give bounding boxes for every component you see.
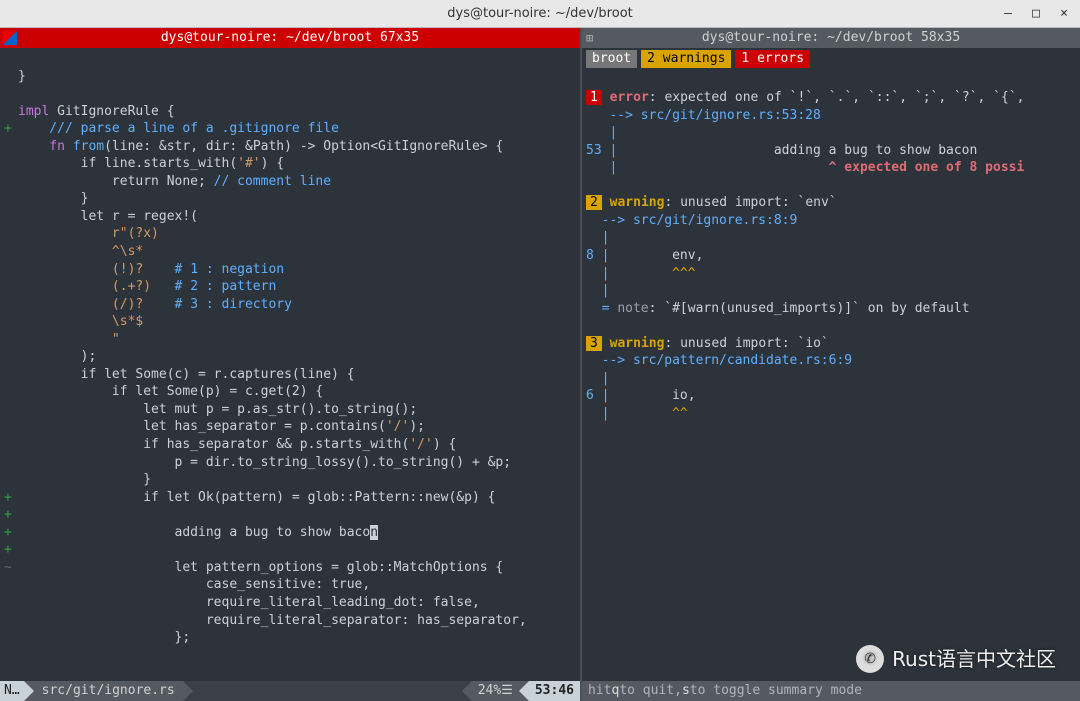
left-pane: dys@tour-noire: ~/dev/broot 67x35 } impl… (0, 28, 582, 701)
pane-icon (3, 31, 17, 45)
editor-body[interactable]: } impl GitIgnoreRule { + /// parse a lin… (0, 48, 580, 681)
project-badge: broot (586, 50, 637, 68)
window-title: dys@tour-noire: ~/dev/broot (447, 5, 633, 23)
editor-statusbar: N… src/git/ignore.rs 24% ☰ 53:46 (0, 681, 580, 701)
status-mode: N… (0, 681, 24, 701)
warning-badge: 2 warnings (641, 50, 731, 68)
split-icon: ⊞ (586, 30, 593, 46)
right-pane-title-text: dys@tour-noire: ~/dev/broot 58x35 (702, 29, 960, 47)
diag-1-num: 1 (586, 90, 602, 105)
status-filepath: src/git/ignore.rs (34, 681, 183, 701)
status-percent: 24% ☰ (472, 681, 519, 701)
minimize-button[interactable]: — (998, 5, 1018, 23)
diagnostic-summary: broot 2 warnings 1 errors (582, 48, 1080, 72)
right-pane-title: ⊞ dys@tour-noire: ~/dev/broot 58x35 (582, 28, 1080, 48)
status-position: 53:46 (529, 681, 580, 701)
left-pane-title: dys@tour-noire: ~/dev/broot 67x35 (0, 28, 580, 48)
hint-bar: hit q to quit, s to toggle summary mode (582, 681, 1080, 701)
cursor: n (370, 525, 378, 540)
diag-2-num: 2 (586, 195, 602, 210)
window-titlebar: dys@tour-noire: ~/dev/broot — □ × (0, 0, 1080, 28)
diagnostics-body[interactable]: 1 error: expected one of `!`, `.`, `::`,… (582, 72, 1080, 423)
diag-3-num: 3 (586, 336, 602, 351)
error-badge: 1 errors (735, 50, 810, 68)
maximize-button[interactable]: □ (1026, 5, 1046, 23)
close-button[interactable]: × (1054, 5, 1074, 23)
left-pane-title-text: dys@tour-noire: ~/dev/broot 67x35 (161, 29, 419, 47)
right-pane: ⊞ dys@tour-noire: ~/dev/broot 58x35 broo… (582, 28, 1080, 701)
